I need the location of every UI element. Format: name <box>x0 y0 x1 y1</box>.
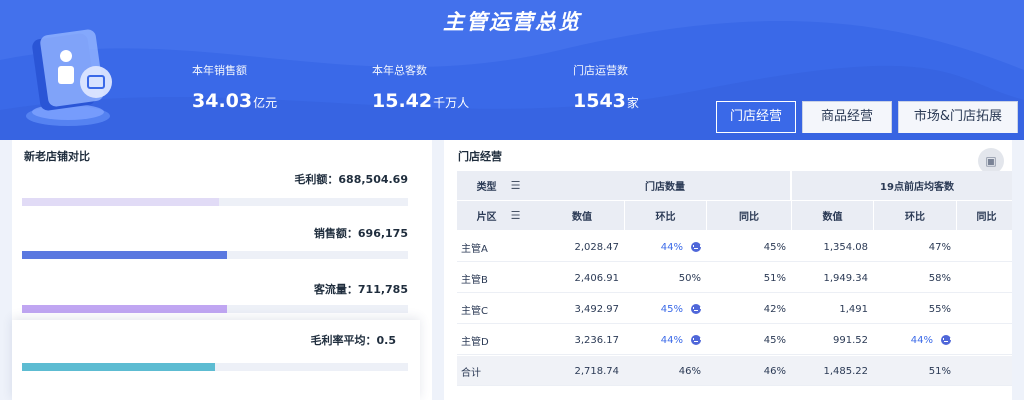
tab-market-expansion[interactable]: 市场&门店拓展 <box>898 101 1018 133</box>
stat-label: 本年总客数 <box>372 64 427 77</box>
metric-gross-margin-track <box>22 363 408 371</box>
cell-yoy: 42% <box>763 303 786 315</box>
cell-mom-text: 55% <box>928 303 951 315</box>
metric-gross-profit-track <box>22 198 408 206</box>
neutral-face-icon <box>691 242 701 252</box>
stat-label: 本年销售额 <box>192 64 247 77</box>
cell-value: 3,492.97 <box>574 303 619 315</box>
row-name: 主管C <box>461 305 488 317</box>
metric-gross-profit-label: 毛利额：688,504.69 <box>294 173 408 186</box>
cell-yoy: 45% <box>763 241 786 253</box>
cell-mom: 45% <box>625 294 707 324</box>
cell-mom-text: 51% <box>928 365 951 377</box>
cell-mom-text: 44% <box>660 334 683 346</box>
cell-mom: 47% <box>874 232 957 262</box>
tab-product-operations[interactable]: 商品经营 <box>802 101 892 133</box>
cell-value: 3,236.17 <box>574 334 619 346</box>
column-header[interactable]: 数值 <box>792 201 873 230</box>
cell-mom-text: 45% <box>660 303 683 315</box>
metric-gross-margin-label: 毛利率平均：0.5 <box>310 334 397 347</box>
cell-mom: 44% <box>625 232 707 262</box>
gross-margin-card: 毛利率平均：0.5 <box>12 320 420 400</box>
stat-annual-sales: 本年销售额 34.03亿元 <box>192 62 277 112</box>
row-name: 主管B <box>461 274 488 286</box>
column-header[interactable]: 同比 <box>957 201 1012 230</box>
cell-mom: 58% <box>874 263 957 293</box>
metric-gross-margin-fill <box>22 363 215 371</box>
header-type-label: 类型 <box>476 182 497 193</box>
stat-value: 1543 <box>573 90 626 112</box>
metric-sales-label: 销售额：696,175 <box>313 227 408 240</box>
sort-descending-icon[interactable]: ☰ <box>511 179 521 192</box>
column-header[interactable]: 同比 <box>707 201 791 230</box>
metric-sales-fill <box>22 251 227 259</box>
page-title: 主管运营总览 <box>443 10 581 34</box>
new-old-store-comparison-panel: 新老店铺对比 毛利额：688,504.69 销售额：696,175 客流量：71… <box>12 140 432 400</box>
panel-title: 新老店铺对比 <box>24 150 90 163</box>
metric-traffic-track <box>22 305 408 313</box>
cell-mom: 44% <box>625 325 707 355</box>
cell-mom-text: 46% <box>678 365 701 377</box>
column-header[interactable]: 环比 <box>874 201 956 230</box>
stat-unit: 亿元 <box>253 96 278 110</box>
cell-mom-text: 47% <box>928 241 951 253</box>
cell-value: 1,949.34 <box>823 272 868 284</box>
header-area[interactable]: 片区 ☰ <box>457 201 540 230</box>
panel-title: 门店经营 <box>458 150 502 163</box>
neutral-face-icon <box>691 304 701 314</box>
header-type[interactable]: 类型 ☰ <box>457 171 540 200</box>
stat-annual-customers: 本年总客数 15.42千万人 <box>372 62 469 112</box>
header-group-avg-customers: 19点前店均客数 <box>792 171 1012 200</box>
cell-mom-text: 44% <box>660 241 683 253</box>
cell-value: 1,491 <box>839 303 868 315</box>
neutral-face-icon <box>691 335 701 345</box>
stat-value: 34.03 <box>192 90 253 112</box>
tab-store-operations[interactable]: 门店经营 <box>716 101 796 133</box>
cell-value: 1,485.22 <box>823 365 868 377</box>
row-name: 合计 <box>461 367 481 379</box>
column-header[interactable]: 数值 <box>540 201 624 230</box>
cell-value: 1,354.08 <box>823 241 868 253</box>
stat-unit: 千万人 <box>433 96 470 110</box>
header-banner: 主管运营总览 本年销售额 34.03亿元 本年总客数 15.42千万人 门店运营… <box>0 0 1024 140</box>
stat-value: 15.42 <box>372 90 433 112</box>
cell-value: 2,406.91 <box>574 272 619 284</box>
cell-yoy: 45% <box>763 334 786 346</box>
cell-yoy: 51% <box>763 272 786 284</box>
cell-mom-text: 44% <box>910 334 933 346</box>
stat-store-count: 门店运营数 1543家 <box>573 62 639 112</box>
header-area-label: 片区 <box>476 212 497 223</box>
cell-mom: 55% <box>874 294 957 324</box>
cell-mom-text: 58% <box>928 272 951 284</box>
metric-gross-profit-fill <box>22 198 219 206</box>
row-name: 主管D <box>461 336 489 348</box>
cell-mom: 44% <box>874 325 957 355</box>
id-card-icon <box>26 29 112 126</box>
sort-ascending-icon[interactable]: ☰ <box>511 209 521 222</box>
store-operations-panel: 门店经营 ▣ 类型 ☰ 门店数量 19点前店均客数 片区 ☰ 数值 环比 同比 数值 环比 同比 主管A… <box>444 140 1012 400</box>
cell-mom: 51% <box>874 356 957 386</box>
metric-traffic-fill <box>22 305 227 313</box>
cell-yoy: 46% <box>763 365 786 377</box>
metric-traffic-label: 客流量：711,785 <box>313 283 408 296</box>
column-header[interactable]: 环比 <box>625 201 706 230</box>
cell-mom: 46% <box>625 356 707 386</box>
stat-unit: 家 <box>626 96 639 110</box>
cell-value: 2,028.47 <box>574 241 619 253</box>
row-name: 主管A <box>461 243 488 255</box>
cell-mom: 50% <box>625 263 707 293</box>
cell-value: 2,718.74 <box>574 365 619 377</box>
neutral-face-icon <box>941 335 951 345</box>
header-group-store-count: 门店数量 <box>540 171 790 200</box>
stat-label: 门店运营数 <box>573 64 628 77</box>
cell-value: 991.52 <box>833 334 868 346</box>
metric-sales-track <box>22 251 408 259</box>
cell-mom-text: 50% <box>678 272 701 284</box>
